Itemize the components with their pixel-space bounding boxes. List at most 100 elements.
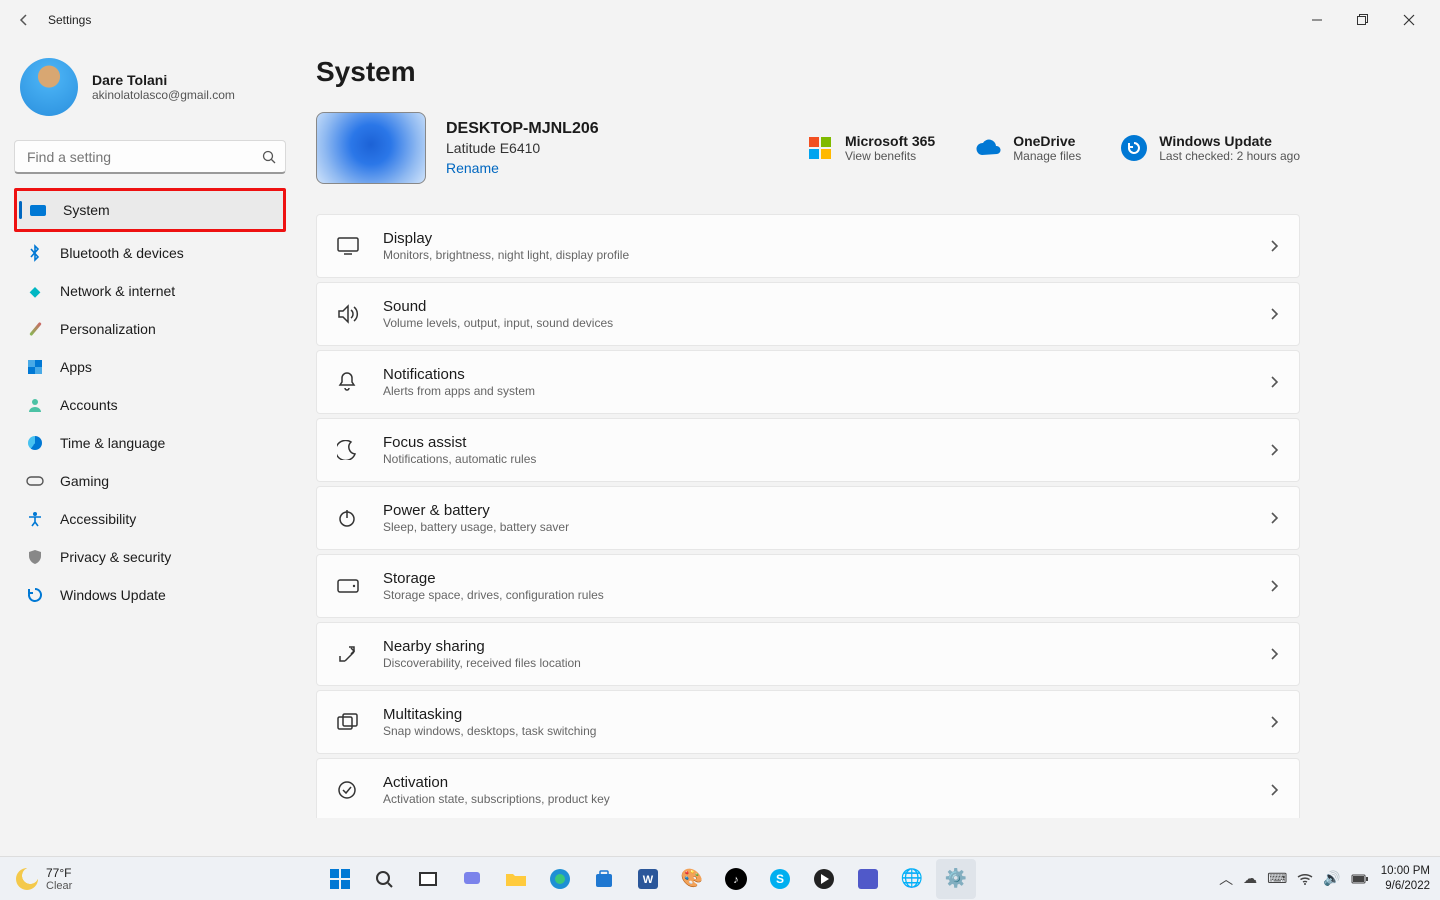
setting-sub: Volume levels, output, input, sound devi… [383,316,613,330]
profile-email: akinolatolasco@gmail.com [92,88,235,102]
setting-row-nearby[interactable]: Nearby sharingDiscoverability, received … [316,622,1300,686]
onedrive-icon [975,135,1001,161]
explorer-button[interactable] [496,859,536,899]
rename-link[interactable]: Rename [446,160,599,176]
device-name: DESKTOP-MJNL206 [446,120,599,138]
tile-title: Windows Update [1159,133,1300,149]
bluetooth-icon [26,244,44,262]
sidebar-item-label: Bluetooth & devices [60,245,184,261]
setting-title: Sound [383,298,613,315]
profile-block[interactable]: Dare Tolani akinolatolasco@gmail.com [14,40,286,136]
update-icon [1121,135,1147,161]
wifi-tray-icon[interactable] [1297,873,1313,885]
paint-button[interactable]: 🎨 [672,859,712,899]
sidebar-item-personalization[interactable]: Personalization [14,310,286,348]
microsoft365-tile[interactable]: Microsoft 365View benefits [807,133,935,163]
sidebar-item-time[interactable]: Time & language [14,424,286,462]
setting-title: Nearby sharing [383,638,581,655]
device-image [316,112,426,184]
chevron-right-icon [1269,511,1279,525]
network-icon: ◆ [26,282,44,300]
keyboard-tray-icon[interactable]: ⌨ [1267,870,1287,887]
settings-taskbar-button[interactable]: ⚙️ [936,859,976,899]
tray-chevron-icon[interactable]: ︿ [1219,869,1233,889]
sidebar-item-privacy[interactable]: Privacy & security [14,538,286,576]
chevron-right-icon [1269,307,1279,321]
tile-title: OneDrive [1013,133,1081,149]
apps-icon [26,358,44,376]
browser-button[interactable]: 🌐 [892,859,932,899]
chevron-right-icon [1269,579,1279,593]
setting-row-activation[interactable]: ActivationActivation state, subscription… [316,758,1300,818]
clock-time: 10:00 PM [1381,864,1430,878]
clock-date: 9/6/2022 [1381,879,1430,893]
word-button[interactable]: W [628,859,668,899]
sidebar-item-bluetooth[interactable]: Bluetooth & devices [14,234,286,272]
onedrive-tray-icon[interactable]: ☁ [1243,870,1257,887]
setting-row-power[interactable]: Power & batterySleep, battery usage, bat… [316,486,1300,550]
moon-icon [16,868,38,890]
setting-row-multitasking[interactable]: MultitaskingSnap windows, desktops, task… [316,690,1300,754]
setting-sub: Monitors, brightness, night light, displ… [383,248,629,262]
profile-name: Dare Tolani [92,72,235,88]
setting-row-notifications[interactable]: NotificationsAlerts from apps and system [316,350,1300,414]
sidebar-item-label: Accounts [60,397,118,413]
windowsupdate-tile[interactable]: Windows UpdateLast checked: 2 hours ago [1121,133,1300,163]
accessibility-icon [26,510,44,528]
brush-icon [26,320,44,338]
sound-icon [337,304,361,324]
weather-cond: Clear [46,880,72,892]
setting-row-display[interactable]: DisplayMonitors, brightness, night light… [316,214,1300,278]
minimize-button[interactable] [1294,4,1340,36]
teams-button[interactable] [848,859,888,899]
start-button[interactable] [320,859,360,899]
chevron-right-icon [1269,715,1279,729]
tiktok-button[interactable]: ♪ [716,859,756,899]
media-button[interactable] [804,859,844,899]
nearby-icon [337,644,361,664]
skype-button[interactable]: S [760,859,800,899]
setting-row-focus[interactable]: Focus assistNotifications, automatic rul… [316,418,1300,482]
sidebar-item-label: Privacy & security [60,549,171,565]
sidebar-item-label: Time & language [60,435,165,451]
edge-button[interactable] [540,859,580,899]
search-button[interactable] [364,859,404,899]
header-row: DESKTOP-MJNL206 Latitude E6410 Rename Mi… [316,112,1300,184]
weather-temp: 77°F [46,866,72,880]
sidebar-item-update[interactable]: Windows Update [14,576,286,614]
taskview-button[interactable] [408,859,448,899]
search-box[interactable] [14,140,286,174]
sidebar-item-label: Gaming [60,473,109,489]
sidebar-item-accessibility[interactable]: Accessibility [14,500,286,538]
sidebar-item-accounts[interactable]: Accounts [14,386,286,424]
search-input[interactable] [14,140,286,174]
setting-sub: Sleep, battery usage, battery saver [383,520,569,534]
volume-tray-icon[interactable]: 🔊 [1323,870,1340,887]
store-button[interactable] [584,859,624,899]
tile-sub: View benefits [845,149,935,163]
maximize-button[interactable] [1340,4,1386,36]
setting-sub: Snap windows, desktops, task switching [383,724,596,738]
battery-tray-icon[interactable] [1351,873,1369,885]
chevron-right-icon [1269,375,1279,389]
sidebar-item-system[interactable]: System [17,191,283,229]
back-button[interactable] [8,4,40,36]
sidebar-item-label: Network & internet [60,283,175,299]
sidebar-item-network[interactable]: ◆ Network & internet [14,272,286,310]
weather-widget[interactable]: 77°F Clear [0,866,88,892]
onedrive-tile[interactable]: OneDriveManage files [975,133,1081,163]
system-tray[interactable]: ︿ ☁ ⌨ 🔊 [1207,869,1381,889]
sidebar-item-apps[interactable]: Apps [14,348,286,386]
setting-row-storage[interactable]: StorageStorage space, drives, configurat… [316,554,1300,618]
setting-title: Notifications [383,366,535,383]
setting-title: Multitasking [383,706,596,723]
close-button[interactable] [1386,4,1432,36]
multitasking-icon [337,713,361,731]
storage-icon [337,579,361,593]
clock[interactable]: 10:00 PM 9/6/2022 [1381,864,1440,893]
microsoft365-icon [807,135,833,161]
chat-button[interactable] [452,859,492,899]
chevron-right-icon [1269,647,1279,661]
sidebar-item-gaming[interactable]: Gaming [14,462,286,500]
setting-row-sound[interactable]: SoundVolume levels, output, input, sound… [316,282,1300,346]
